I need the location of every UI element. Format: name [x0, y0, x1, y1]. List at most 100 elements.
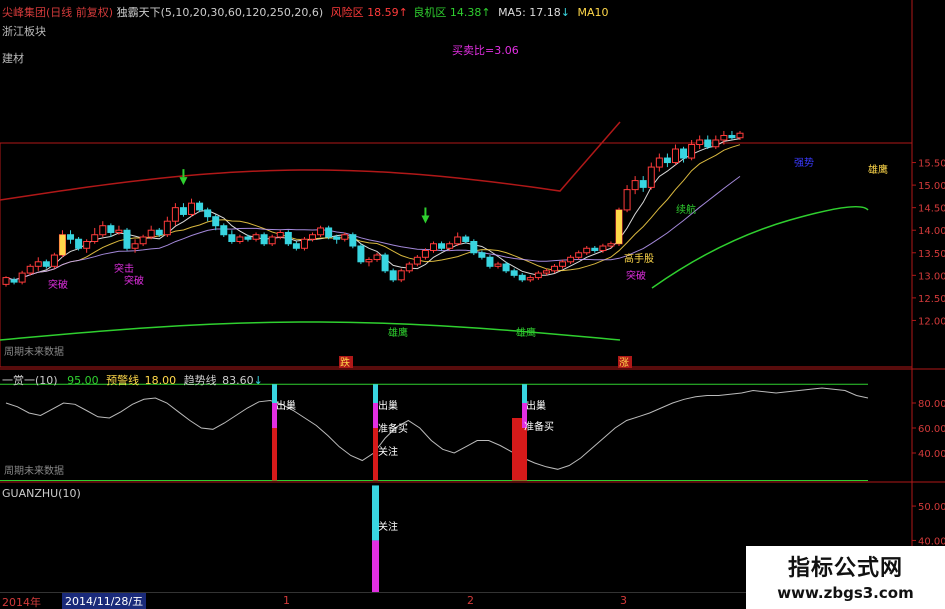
warn-value: 18.00 [144, 374, 177, 387]
guanzhu-label-p3: 关注 [378, 520, 398, 533]
candle-body [292, 243, 300, 249]
main-price-layer: 15.50 15.00 14.50 14.00 13.50 13.00 12.50 12.00 [0, 121, 945, 341]
candle-body [534, 272, 542, 279]
osc-tick-label: 40.00 [918, 449, 945, 460]
candle-body [349, 234, 357, 247]
candle-body [244, 236, 252, 240]
signal-bar-segment [522, 428, 527, 481]
candle-body [728, 134, 736, 139]
date-label[interactable]: 2014/11/28/五 [62, 593, 147, 609]
candle-body [720, 134, 728, 141]
candle-body [583, 247, 591, 254]
month-tick-2: 2 [467, 594, 474, 607]
buy-sell-ratio: 买卖比=3.06 [452, 44, 519, 57]
candle-body [365, 259, 373, 263]
sector-tag-1[interactable]: 浙江板块 [2, 23, 46, 39]
candle-body [284, 231, 292, 245]
candle-body [696, 139, 704, 146]
candle-body [575, 252, 583, 258]
panel3-title[interactable]: GUANZHU(10) [2, 487, 81, 500]
candle-body [446, 243, 454, 249]
candle-body [10, 279, 18, 283]
candle-body [50, 254, 58, 267]
candle-body [67, 234, 75, 240]
ma5-arrow: ↓ [560, 6, 571, 19]
guanzhu-label-p2: 关注 [378, 445, 398, 458]
opportunity-value: 14.38 [449, 6, 482, 19]
candle-body [454, 236, 462, 245]
signal-candle [616, 209, 623, 244]
indicator-params: (5,10,20,30,60,120,250,20,6) [160, 6, 324, 19]
stock-title[interactable]: 尖峰集团(日线 前复权) [2, 6, 113, 19]
candle-body [421, 250, 429, 258]
annotation-xiongying-1: 雄鹰 [388, 326, 408, 339]
signal-bar-segment [517, 418, 522, 481]
annotation-gaoshou: 高手股 [624, 252, 654, 265]
chart-canvas[interactable]: 15.50 15.00 14.50 14.00 13.50 13.00 12.50 12.00… [0, 0, 945, 609]
candle-body [155, 229, 163, 236]
candle-body [550, 265, 558, 272]
osc-tick-label: 80.00 [918, 399, 945, 410]
candle-body [204, 209, 212, 218]
annotation-tuji: 突击 [114, 262, 134, 275]
candle-body [18, 272, 26, 283]
time-axis-bar: 2014年 2014/11/28/五 1 2 3 [0, 592, 746, 609]
panel2-title[interactable]: 一赏一(10) [2, 374, 58, 387]
die-tag: 跌 [340, 356, 350, 369]
oscillator-layer: 80.00 60.00 40.00 [0, 383, 945, 481]
candle-body [163, 220, 171, 236]
candle-body [196, 202, 204, 211]
candle-body [389, 270, 397, 281]
candle-body [341, 234, 349, 240]
annotation-qiangshi: 强势 [794, 156, 814, 169]
osc-line [5, 387, 869, 470]
opportunity-arrow: ↑ [481, 6, 491, 19]
candle-body [268, 236, 276, 245]
panel2-header: 一赏一(10) 95.00 预警线 18.00 趋势线 83.60↓ [2, 372, 263, 388]
guanzhu-tick-label: 50.00 [918, 502, 945, 513]
guanzhu-bar-magenta [372, 540, 379, 592]
indicator-name[interactable]: 独霸天下 [117, 6, 161, 19]
candle-body [171, 207, 179, 222]
stock-chart-window: 15.50 15.00 14.50 14.00 13.50 13.00 12.50 12.00… [0, 0, 945, 609]
candle-body [115, 229, 123, 233]
trend-label: 趋势线 [183, 374, 217, 387]
chuchao-label-2: 出巢 [378, 399, 398, 412]
candle-body [438, 243, 446, 249]
sector-tag-2[interactable]: 建材 [2, 50, 24, 66]
candle-body [736, 132, 744, 139]
candle-body [99, 225, 107, 236]
candle-body [179, 207, 187, 215]
candle-body [647, 166, 655, 188]
candle-body [671, 148, 679, 164]
candle-body [518, 274, 526, 281]
price-tick-label: 14.00 [918, 226, 945, 237]
month-tick-1: 1 [283, 594, 290, 607]
candle-body [2, 277, 10, 285]
annotation-tupo-mid: 突破 [124, 274, 144, 287]
candle-body [252, 234, 260, 240]
candle-body [381, 254, 389, 272]
trend-value: 83.60 [222, 374, 254, 387]
zhunbeimai-label-2: 准备买 [524, 420, 554, 433]
candle-body [663, 157, 671, 164]
candle-body [526, 277, 534, 281]
warn-label: 预警线 [106, 374, 140, 387]
candle-body [712, 139, 720, 148]
price-tick-label: 13.50 [918, 249, 945, 260]
forecast-label-p2: 周期未来数据 [4, 464, 64, 477]
candle-body [139, 236, 147, 245]
candle-body [607, 243, 615, 247]
candle-body [397, 270, 405, 281]
candle-body [228, 234, 236, 243]
signal-candle [59, 234, 66, 256]
site-watermark[interactable]: 指标公式网 www.zbgs3.com [746, 546, 945, 609]
candle-body [486, 256, 494, 267]
annotation-xuhang: 续航 [676, 203, 696, 216]
month-tick-3: 3 [620, 594, 627, 607]
main-panel-frame [0, 142, 913, 368]
watermark-url: www.zbgs3.com [777, 584, 914, 602]
chart-header: 尖峰集团(日线 前复权) 独霸天下(5,10,20,30,60,120,250,… [2, 4, 609, 20]
candle-body [462, 236, 470, 243]
candle-body [42, 261, 50, 267]
